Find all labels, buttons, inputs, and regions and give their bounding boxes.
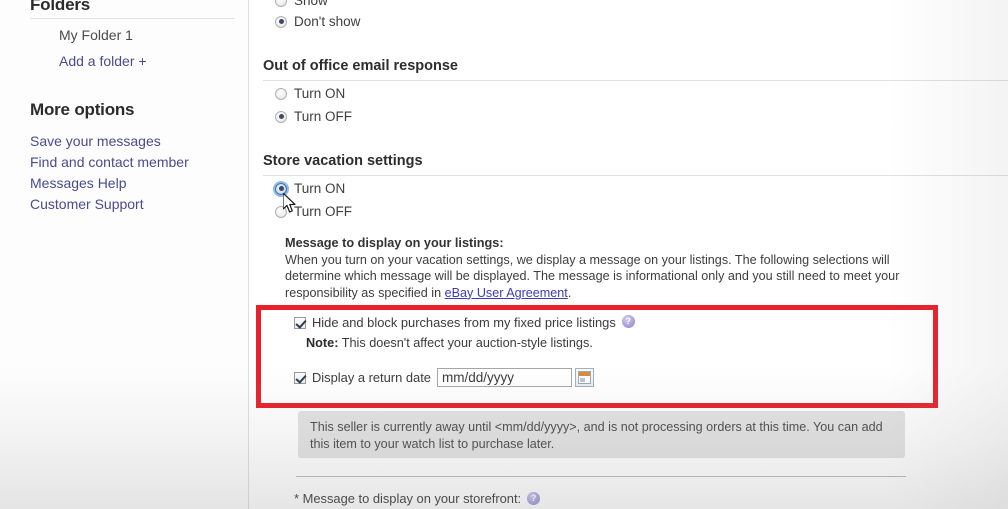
sidebar-item-save-your-messages[interactable]: Save your messages — [30, 133, 161, 149]
sidebar-item-find-and-contact-member[interactable]: Find and contact member — [30, 154, 189, 170]
vacation-message-body-text-2: . — [567, 285, 572, 300]
radio-label-out-of-office-turn-off: Turn OFF — [294, 109, 353, 124]
note-auction-style-listings: Note: This doesn't affect your auction-s… — [306, 336, 593, 350]
preview-message-text: This seller is currently away until <mm/… — [310, 420, 883, 451]
section-divider-store-vacation — [263, 175, 1008, 176]
checkbox-display-return-date[interactable] — [294, 371, 306, 384]
sidebar-folders-heading: Folders — [30, 0, 91, 14]
radio-vacation-turn-on[interactable] — [275, 182, 287, 195]
sidebar-item-customer-support[interactable]: Customer Support — [30, 196, 144, 212]
radio-label-show: Show — [294, 0, 328, 8]
radio-row-out-of-office-on[interactable]: Turn ON — [275, 86, 345, 101]
radio-row-dont-show[interactable]: Don't show — [275, 14, 360, 29]
help-icon-storefront[interactable]: ? — [527, 492, 541, 506]
radio-out-of-office-turn-off[interactable] — [275, 110, 287, 123]
radio-dont-show[interactable] — [275, 15, 287, 28]
radio-row-show[interactable]: Show — [275, 0, 328, 8]
checkbox-row-display-return-date[interactable]: Display a return date — [294, 368, 594, 387]
checkbox-row-hide-and-block[interactable]: Hide and block purchases from my fixed p… — [294, 315, 635, 330]
sidebar: Folders My Folder 1 Add a folder + More … — [0, 0, 249, 509]
bottom-divider — [296, 476, 906, 477]
vacation-message-body-text-1: When you turn on your vacation settings,… — [285, 253, 900, 300]
radio-show[interactable] — [275, 0, 287, 7]
storefront-message-label: * Message to display on your storefront:… — [294, 491, 541, 506]
return-date-input[interactable] — [436, 368, 572, 387]
radio-label-vacation-turn-on: Turn ON — [294, 181, 346, 196]
storefront-message-text: * Message to display on your storefront: — [294, 491, 522, 506]
section-heading-store-vacation: Store vacation settings — [263, 153, 423, 169]
sidebar-more-options-heading: More options — [30, 100, 135, 119]
calendar-icon-button[interactable] — [574, 368, 594, 387]
vacation-message-body: When you turn on your vacation settings,… — [285, 252, 910, 301]
sidebar-folders-divider — [30, 18, 235, 19]
checkbox-label-hide-and-block: Hide and block purchases from my fixed p… — [312, 315, 616, 330]
note-text: This doesn't affect your auction-style l… — [338, 336, 593, 350]
radio-out-of-office-turn-on[interactable] — [275, 87, 287, 100]
screenshot-root: Folders My Folder 1 Add a folder + More … — [0, 0, 1008, 509]
sidebar-add-a-folder-link[interactable]: Add a folder + — [59, 53, 147, 69]
main-content: Show Don't show Out of office email resp… — [250, 0, 1008, 509]
radio-label-dont-show: Don't show — [294, 14, 361, 29]
preview-message-box: This seller is currently away until <mm/… — [298, 411, 905, 458]
checkbox-label-display-return-date: Display a return date — [312, 370, 431, 385]
vacation-message-title: Message to display on your listings: — [285, 236, 504, 250]
note-prefix: Note: — [306, 336, 339, 350]
vacation-message-block: Message to display on your listings: Whe… — [285, 236, 910, 301]
radio-row-vacation-on[interactable]: Turn ON — [275, 181, 345, 196]
sidebar-folder-my-folder-1[interactable]: My Folder 1 — [59, 27, 133, 43]
radio-label-vacation-turn-off: Turn OFF — [294, 204, 353, 219]
radio-row-vacation-off[interactable]: Turn OFF — [275, 204, 352, 219]
calendar-icon — [577, 371, 591, 384]
radio-vacation-turn-off[interactable] — [275, 205, 287, 218]
checkbox-hide-and-block[interactable] — [294, 316, 306, 329]
section-heading-out-of-office: Out of office email response — [263, 58, 458, 74]
radio-label-out-of-office-turn-on: Turn ON — [294, 86, 346, 101]
ebay-user-agreement-link[interactable]: eBay User Agreement — [445, 286, 568, 300]
help-icon-hide-and-block[interactable]: ? — [621, 315, 635, 328]
sidebar-item-messages-help[interactable]: Messages Help — [30, 175, 127, 191]
section-divider-out-of-office — [263, 80, 1008, 81]
radio-row-out-of-office-off[interactable]: Turn OFF — [275, 109, 352, 124]
